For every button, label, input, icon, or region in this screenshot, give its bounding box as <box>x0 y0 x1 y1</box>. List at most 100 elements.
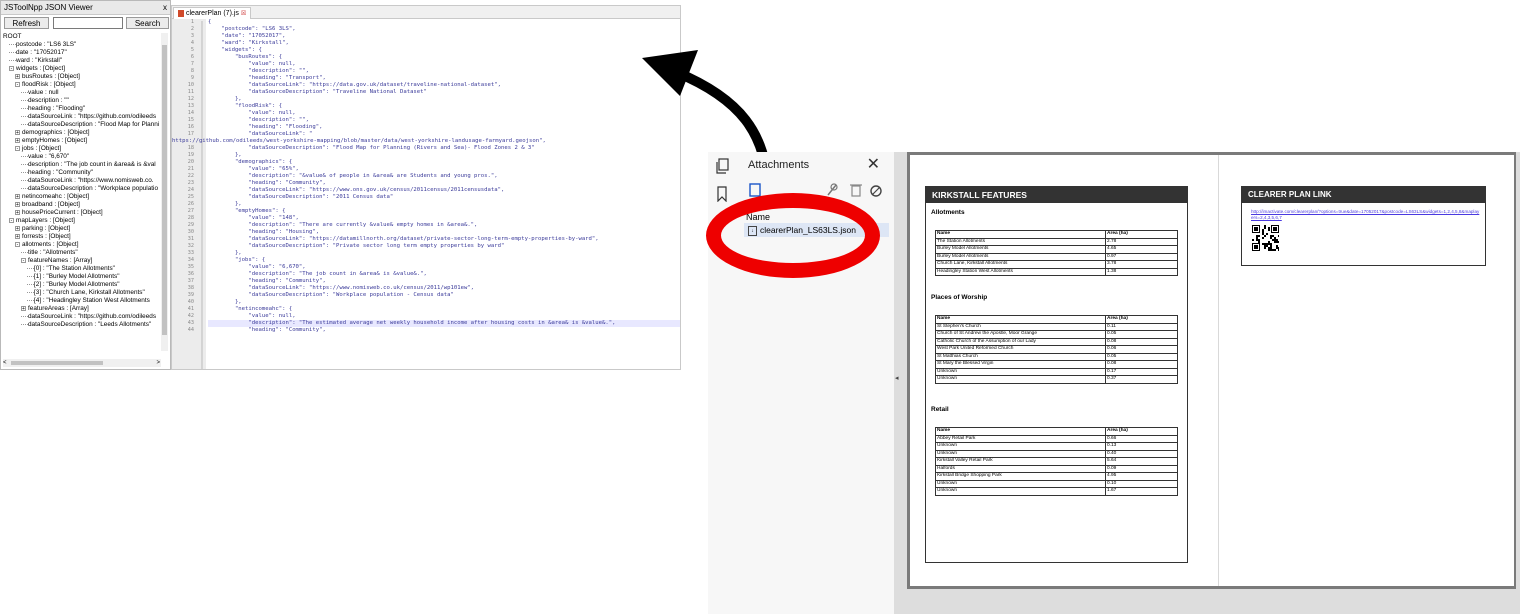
link-icon[interactable] <box>827 183 838 196</box>
code-line[interactable]: }, <box>208 152 680 159</box>
code-line[interactable]: "value": "148", <box>208 215 680 222</box>
close-icon[interactable]: ✕ <box>867 154 880 174</box>
collapse-icon[interactable]: - <box>9 217 14 223</box>
scroll-thumb[interactable] <box>162 45 167 335</box>
tree-node[interactable]: + housePriceCurrent : [Object] <box>3 209 161 217</box>
tree-node[interactable]: [4] : "Headingley Station West Allotment… <box>3 297 161 305</box>
code-line[interactable]: "netincomeahc": { <box>208 306 680 313</box>
code-line[interactable]: }, <box>208 250 680 257</box>
code-line[interactable]: "date": "17052017", <box>208 33 680 40</box>
code-line[interactable]: "floodRisk": { <box>208 103 680 110</box>
tree-node[interactable]: dataSourceLink : "https://github.com/odi… <box>3 313 161 321</box>
code-line[interactable]: "dataSourceLink": "https://data.gov.uk/d… <box>208 82 680 89</box>
tree-node[interactable]: - mapLayers : [Object] <box>3 217 161 225</box>
add-attachment-icon[interactable] <box>749 183 761 197</box>
tree-node[interactable]: heading : "Flooding" <box>3 105 161 113</box>
code-line[interactable]: }, <box>208 299 680 306</box>
tree-node[interactable]: postcode : "LS6 3LS" <box>3 41 161 49</box>
code-line[interactable]: "dataSourceLink": " <box>208 131 680 138</box>
code-line[interactable]: "dataSourceLink": "https://www.nomisweb.… <box>208 285 680 292</box>
tree-node[interactable]: + broadband : [Object] <box>3 201 161 209</box>
code-line[interactable]: "description": "", <box>208 117 680 124</box>
collapse-icon[interactable]: - <box>15 241 20 247</box>
code-line[interactable]: "description": "There are currently &val… <box>208 222 680 229</box>
tree-node[interactable]: description : "The job count in &area& i… <box>3 161 161 169</box>
code-line[interactable]: "dataSourceDescription": "Workplace popu… <box>208 292 680 299</box>
code-line[interactable]: "dataSourceDescription": "Private sector… <box>208 243 680 250</box>
code-line[interactable]: }, <box>208 96 680 103</box>
tree-node[interactable]: [1] : "Burley Model Allotments" <box>3 273 161 281</box>
expand-icon[interactable]: + <box>15 201 20 207</box>
tree-node[interactable]: [3] : "Church Lane, Kirkstall Allotments… <box>3 289 161 297</box>
json-tree-vertical-scrollbar[interactable] <box>161 33 168 351</box>
expand-icon[interactable]: + <box>15 137 20 143</box>
unlink-icon[interactable] <box>870 185 882 197</box>
code-line[interactable]: "dataSourceDescription": "Traveline Nati… <box>208 89 680 96</box>
close-tab-icon[interactable]: ☒ <box>241 11 246 17</box>
delete-icon[interactable] <box>850 184 862 197</box>
collapse-icon[interactable]: - <box>21 257 26 263</box>
tree-node[interactable]: [0] : "The Station Allotments" <box>3 265 161 273</box>
tree-node[interactable]: + featureAreas : [Array] <box>3 305 161 313</box>
search-button[interactable]: Search <box>126 17 169 29</box>
json-tree[interactable]: ROOT postcode : "LS6 3LS" date : "17052017… <box>3 33 161 351</box>
tree-node[interactable]: value : null <box>3 89 161 97</box>
code-text[interactable]: { "postcode": "LS6 3LS", "date": "170520… <box>172 19 680 334</box>
fold-markers[interactable] <box>198 19 206 370</box>
code-line[interactable]: "demographics": { <box>208 159 680 166</box>
tree-node[interactable]: - allotments : [Object] <box>3 241 161 249</box>
tree-node[interactable]: - featureNames : [Array] <box>3 257 161 265</box>
expand-icon[interactable]: + <box>15 209 20 215</box>
code-line[interactable]: "dataSourceLink": "https://www.ons.gov.u… <box>208 187 680 194</box>
expand-icon[interactable]: + <box>15 193 20 199</box>
tree-node[interactable]: + parking : [Object] <box>3 225 161 233</box>
code-line[interactable]: "description": "", <box>208 68 680 75</box>
tree-node[interactable]: + emptyHomes : [Object] <box>3 137 161 145</box>
code-line[interactable]: "value": null, <box>208 61 680 68</box>
code-line[interactable]: "value": null, <box>208 110 680 117</box>
tree-node[interactable]: - widgets : [Object] <box>3 65 161 73</box>
code-line[interactable]: "dataSourceDescription": "Flood Map for … <box>208 145 680 152</box>
editor-tab-clearerplan[interactable]: clearerPlan (7).js ☒ <box>173 7 252 19</box>
tree-node[interactable]: date : "17052017" <box>3 49 161 57</box>
tree-node[interactable]: dataSourceLink : "https://www.nomisweb.c… <box>3 177 161 185</box>
json-viewer-close-icon[interactable]: x <box>163 1 167 14</box>
tree-node[interactable]: dataSourceDescription : "Workplace popul… <box>3 185 161 193</box>
bookmark-icon[interactable] <box>716 186 728 205</box>
scroll-thumb[interactable] <box>11 361 103 365</box>
code-line[interactable]: "emptyHomes": { <box>208 208 680 215</box>
expand-icon[interactable]: + <box>15 129 20 135</box>
code-line[interactable]: "dataSourceDescription": "2011 Census da… <box>208 194 680 201</box>
expand-icon[interactable]: + <box>21 305 26 311</box>
tree-node[interactable]: ROOT <box>3 33 161 41</box>
collapse-icon[interactable]: - <box>9 65 14 71</box>
code-line[interactable]: "widgets": { <box>208 47 680 54</box>
collapse-icon[interactable]: - <box>15 81 20 87</box>
tree-node[interactable]: dataSourceDescription : "Leeds Allotment… <box>3 321 161 329</box>
code-line[interactable]: "description": "The estimated average ne… <box>208 320 680 327</box>
collapse-panel-icon[interactable]: ◂ <box>895 374 899 382</box>
tree-node[interactable]: description : "" <box>3 97 161 105</box>
json-tree-horizontal-scrollbar[interactable]: < > <box>3 359 161 367</box>
clearer-plan-link[interactable]: http://imactivate.com/clearerplan/?optio… <box>1251 209 1481 220</box>
expand-icon[interactable]: + <box>15 73 20 79</box>
tree-node[interactable]: value : "6,670" <box>3 153 161 161</box>
code-line[interactable]: "description": "&value& of people in &ar… <box>208 173 680 180</box>
code-line[interactable]: "heading": "Community", <box>208 180 680 187</box>
tree-node[interactable]: dataSourceLink : "https://github.com/odi… <box>3 113 161 121</box>
tree-node[interactable]: + demographics : [Object] <box>3 129 161 137</box>
tree-node[interactable]: dataSourceDescription : "Flood Map for P… <box>3 121 161 129</box>
code-line[interactable]: }, <box>208 201 680 208</box>
code-line[interactable]: "busRoutes": { <box>208 54 680 61</box>
code-line[interactable]: "heading": "Transport", <box>208 75 680 82</box>
code-line[interactable]: "heading": "Housing", <box>208 229 680 236</box>
tree-node[interactable]: + netincomeahc : [Object] <box>3 193 161 201</box>
scroll-right-icon[interactable]: > <box>156 359 160 367</box>
expand-icon[interactable]: + <box>15 233 20 239</box>
code-line[interactable]: "heading": "Community", <box>208 278 680 285</box>
code-line[interactable]: https://github.com/odileeds/west-yorkshi… <box>172 138 680 145</box>
pages-icon[interactable] <box>716 158 730 177</box>
code-line[interactable]: "heading": "Flooding", <box>208 124 680 131</box>
collapse-icon[interactable]: - <box>15 145 20 151</box>
code-line[interactable]: "heading": "Community", <box>208 327 680 334</box>
